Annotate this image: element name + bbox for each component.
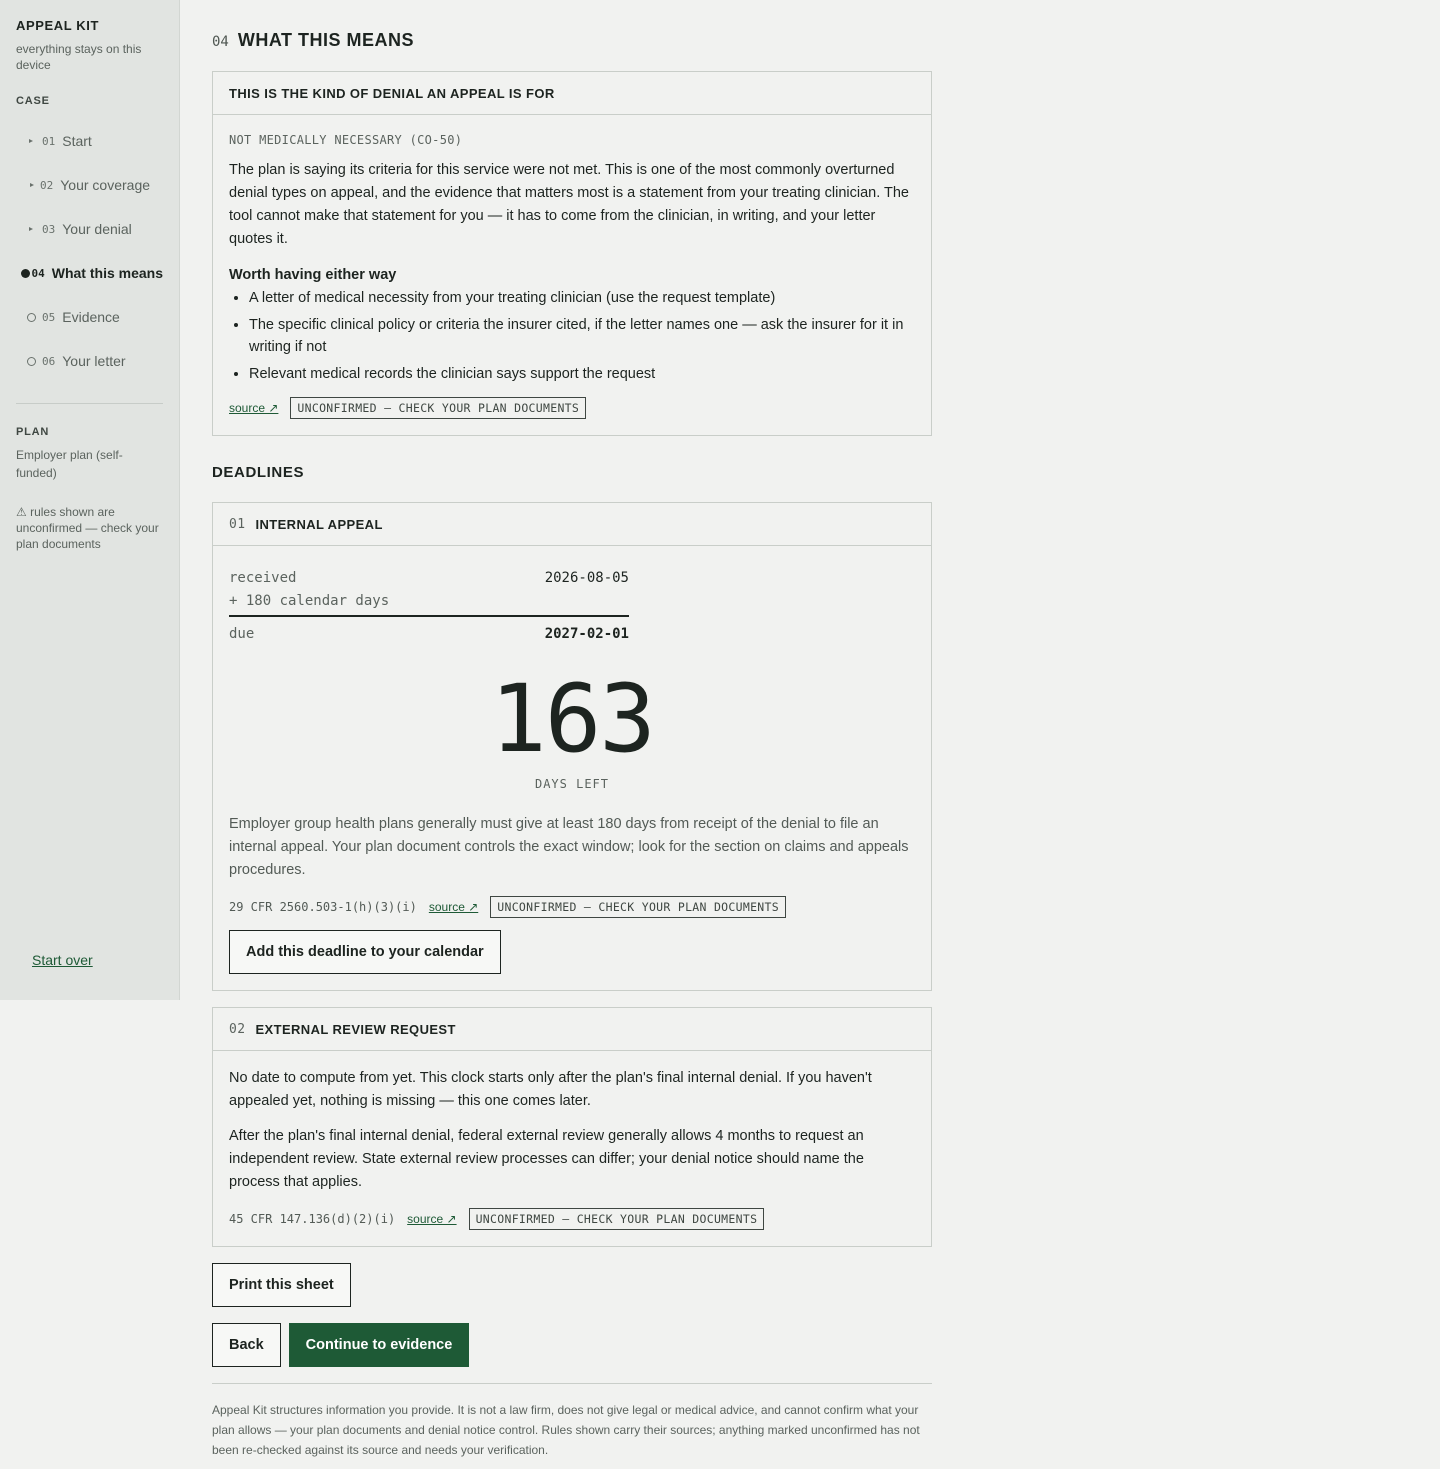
nav-step-number: 06	[42, 354, 56, 368]
nav-step-number: 03	[42, 222, 56, 236]
list-item: The specific clinical policy or criteria…	[249, 314, 915, 358]
case-steps-nav: 01 Start 02 Your coverage 03 Your denial…	[16, 119, 163, 383]
nav-step-evidence[interactable]: 05 Evidence	[16, 295, 163, 339]
start-over-link[interactable]: Start over	[32, 952, 93, 968]
case-section-label: CASE	[16, 95, 50, 107]
unconfirmed-badge: UNCONFIRMED — CHECK YOUR PLAN DOCUMENTS	[490, 896, 786, 918]
nav-step-number: 01	[42, 134, 56, 148]
regulation-reference: 45 CFR 147.136(d)(2)(i)	[229, 1212, 396, 1226]
page-step-number: 04	[212, 34, 229, 50]
unconfirmed-badge: UNCONFIRMED — CHECK YOUR PLAN DOCUMENTS	[290, 397, 587, 419]
deadline-title: INTERNAL APPEAL	[255, 516, 383, 532]
navigation-actions: Back Continue to evidence	[212, 1323, 932, 1367]
days-left-label: DAYS LEFT	[534, 777, 610, 791]
chevron-right-icon	[29, 227, 33, 231]
denial-source-row: source ↗ UNCONFIRMED — CHECK YOUR PLAN D…	[229, 397, 915, 419]
regulation-reference: 29 CFR 2560.503-1(h)(3)(i)	[229, 900, 417, 914]
window-label: + 180 calendar days	[229, 592, 390, 609]
pending-step-circle-icon	[26, 356, 36, 366]
nav-step-start[interactable]: 01 Start	[16, 119, 163, 163]
back-button[interactable]: Back	[212, 1323, 281, 1367]
source-link[interactable]: source ↗	[407, 1212, 456, 1226]
external-review-description: After the plan's final internal denial, …	[229, 1128, 864, 1190]
unconfirmed-badge: UNCONFIRMED — CHECK YOUR PLAN DOCUMENTS	[468, 1208, 765, 1230]
denial-explanation: The plan is saying its criteria for this…	[229, 162, 909, 247]
deadline-number: 02	[229, 1021, 246, 1037]
plan-type-value: Employer plan (self-funded)	[16, 448, 123, 480]
sidebar-divider	[16, 403, 163, 404]
nav-step-label: Your letter	[62, 353, 126, 369]
nav-step-your-denial[interactable]: 03 Your denial	[16, 207, 163, 251]
internal-appeal-description: Employer group health plans generally mu…	[229, 816, 909, 878]
add-to-calendar-button[interactable]: Add this deadline to your calendar	[229, 930, 501, 974]
denial-type-card: THIS IS THE KIND OF DENIAL AN APPEAL IS …	[212, 71, 932, 436]
current-step-dot-icon	[21, 268, 31, 278]
nav-step-number: 05	[42, 310, 56, 324]
print-sheet-button[interactable]: Print this sheet	[212, 1263, 351, 1307]
print-row: Print this sheet	[212, 1263, 932, 1307]
source-link[interactable]: source ↗	[229, 401, 278, 415]
chevron-right-icon	[29, 139, 33, 143]
nav-step-your-coverage[interactable]: 02 Your coverage	[16, 163, 163, 207]
worth-having-heading: Worth having either way	[229, 267, 397, 283]
external-review-header: 02 EXTERNAL REVIEW REQUEST	[213, 1008, 931, 1051]
nav-step-label: Your coverage	[60, 177, 151, 193]
chevron-right-icon	[30, 183, 34, 187]
legal-disclaimer: Appeal Kit structures information you pr…	[212, 1403, 920, 1457]
deadline-number: 01	[229, 516, 246, 532]
days-left-count: 163	[490, 665, 656, 774]
list-item: A letter of medical necessity from your …	[249, 287, 915, 309]
external-review-status: No date to compute from yet. This clock …	[229, 1070, 872, 1109]
internal-appeal-card: 01 INTERNAL APPEAL received 2026-08-05 +…	[212, 502, 932, 991]
nav-step-your-letter[interactable]: 06 Your letter	[16, 339, 163, 383]
nav-step-label: Your denial	[62, 221, 132, 237]
pending-step-circle-icon	[26, 312, 36, 322]
deadline-calculation: received 2026-08-05 + 180 calendar days …	[229, 566, 629, 645]
nav-step-what-this-means[interactable]: 04 What this means	[16, 251, 163, 295]
denial-card-header: THIS IS THE KIND OF DENIAL AN APPEAL IS …	[213, 72, 931, 115]
list-item: Relevant medical records the clinician s…	[249, 363, 915, 385]
external-review-source-row: 45 CFR 147.136(d)(2)(i) source ↗ UNCONFI…	[229, 1208, 915, 1230]
continue-to-evidence-button[interactable]: Continue to evidence	[288, 1323, 470, 1367]
source-link[interactable]: source ↗	[429, 900, 478, 914]
app-tagline: everything stays on this device	[16, 42, 142, 72]
internal-appeal-source-row: 29 CFR 2560.503-1(h)(3)(i) source ↗ UNCO…	[229, 896, 915, 918]
unconfirmed-rules-warning: ⚠ rules shown are unconfirmed — check yo…	[16, 505, 159, 551]
nav-step-number: 02	[40, 178, 54, 192]
page-title-text: WHAT THIS MEANS	[237, 30, 415, 50]
external-review-card: 02 EXTERNAL REVIEW REQUEST No date to co…	[212, 1007, 932, 1247]
received-date: 2026-08-05	[544, 569, 629, 586]
footer-divider	[212, 1383, 932, 1384]
sum-rule	[229, 615, 629, 617]
deadlines-heading: DEADLINES	[212, 464, 305, 481]
page-title: 04 WHAT THIS MEANS	[212, 30, 932, 52]
deadline-title: EXTERNAL REVIEW REQUEST	[255, 1021, 456, 1037]
sidebar: APPEAL KIT everything stays on this devi…	[0, 0, 180, 1000]
due-date: 2027-02-01	[544, 625, 629, 642]
nav-step-label: Evidence	[62, 309, 120, 325]
received-label: received	[229, 569, 297, 586]
plan-section-label: PLAN	[16, 426, 50, 438]
app-brand: APPEAL KIT	[16, 18, 100, 33]
due-label: due	[229, 625, 255, 642]
nav-step-label: What this means	[51, 265, 163, 281]
evidence-bullet-list: A letter of medical necessity from your …	[229, 287, 915, 385]
main-content: 04 WHAT THIS MEANS THIS IS THE KIND OF D…	[212, 0, 932, 1460]
nav-step-label: Start	[62, 133, 92, 149]
nav-step-number: 04	[31, 266, 45, 280]
denial-code: NOT MEDICALLY NECESSARY (CO-50)	[229, 133, 463, 147]
internal-appeal-header: 01 INTERNAL APPEAL	[213, 503, 931, 546]
